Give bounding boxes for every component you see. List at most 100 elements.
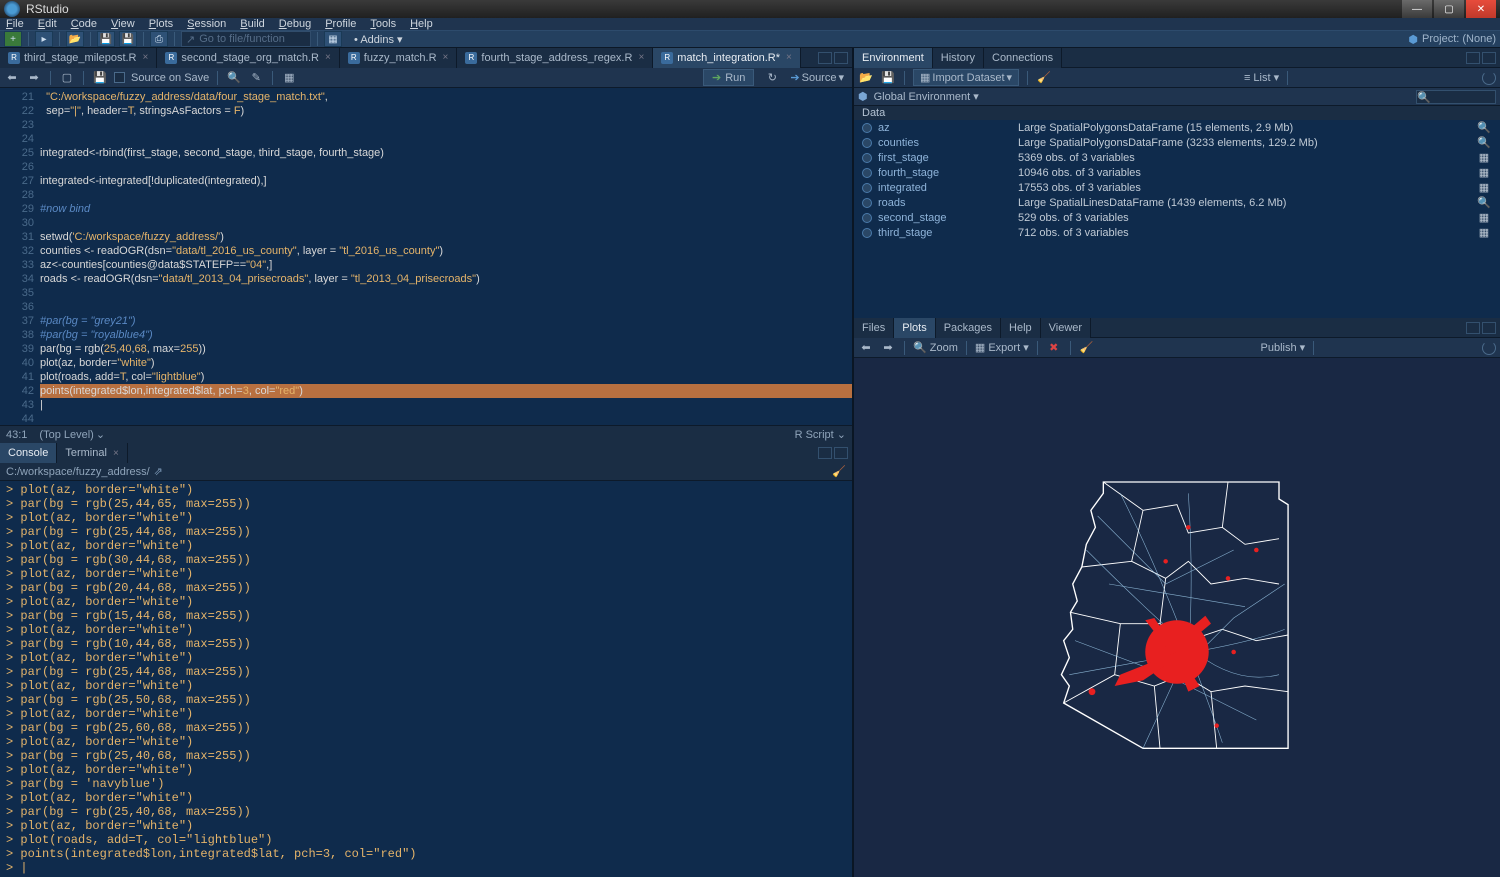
menu-edit[interactable]: Edit	[38, 18, 57, 30]
run-button[interactable]: ➔Run	[703, 69, 754, 86]
env-scope[interactable]: Global Environment ▾	[874, 90, 979, 103]
menu-help[interactable]: Help	[410, 18, 433, 30]
forward-button[interactable]: ➡	[26, 71, 42, 85]
new-project-button[interactable]: ▸	[35, 31, 53, 47]
rerun-button[interactable]: ↻	[764, 71, 780, 85]
print-button[interactable]: ⎙	[150, 31, 168, 47]
next-plot-button[interactable]: ➡	[880, 341, 896, 355]
env-object-second_stage[interactable]: second_stage529 obs. of 3 variables▦	[854, 210, 1500, 225]
menu-code[interactable]: Code	[71, 18, 97, 30]
project-menu[interactable]: ⬢Project: (None)	[1408, 33, 1496, 46]
menu-build[interactable]: Build	[240, 18, 264, 30]
addins-menu[interactable]: • Addins ▾	[354, 33, 403, 46]
console-pane: ConsoleTerminal× C:/workspace/fuzzy_addr…	[0, 443, 852, 877]
env-toolbar: 📂 💾 ▦ Import Dataset ▾ 🧹 ≡ List ▾	[854, 68, 1500, 88]
back-button[interactable]: ⬅	[4, 71, 20, 85]
source-button[interactable]: ➔Source ▾	[786, 71, 848, 85]
compile-button[interactable]: ✎	[248, 71, 264, 85]
tab-terminal[interactable]: Terminal×	[57, 443, 127, 463]
save-button[interactable]: 💾	[97, 31, 115, 47]
plots-pane: FilesPlotsPackagesHelpViewer ⬅ ➡ 🔍 Zoom …	[854, 318, 1500, 877]
rstudio-icon	[4, 1, 20, 17]
console-output[interactable]: > plot(az, border="white") > par(bg = rg…	[0, 481, 852, 877]
remove-plot-button[interactable]: ✖	[1046, 341, 1062, 355]
env-pane-controls[interactable]	[1466, 52, 1500, 64]
env-object-integrated[interactable]: integrated17553 obs. of 3 variables▦	[854, 180, 1500, 195]
file-type-label[interactable]: R Script ⌄	[795, 428, 846, 441]
checklist-button[interactable]: ▦	[281, 71, 297, 85]
menu-tools[interactable]: Tools	[370, 18, 396, 30]
window-titlebar: RStudio — ▢ ✕	[0, 0, 1500, 18]
clear-workspace-button[interactable]: 🧹	[1036, 71, 1052, 85]
env-scope-bar: ⬢Global Environment ▾ 🔍	[854, 88, 1500, 106]
tab-console[interactable]: Console	[0, 443, 57, 463]
open-file-button[interactable]: 📂	[66, 31, 84, 47]
zoom-button[interactable]: 🔍 Zoom	[913, 341, 958, 354]
plot-toolbar: ⬅ ➡ 🔍 Zoom ▦ Export ▾ ✖ 🧹 Publish ▾	[854, 338, 1500, 358]
source-pane: Rthird_stage_milepost.R×Rsecond_stage_or…	[0, 48, 852, 443]
save-all-button[interactable]: 💾	[119, 31, 137, 47]
environment-pane: EnvironmentHistoryConnections 📂 💾 ▦ Impo…	[854, 48, 1500, 318]
maximize-button[interactable]: ▢	[1434, 0, 1464, 18]
clear-all-plots-button[interactable]: 🧹	[1079, 341, 1095, 355]
menu-profile[interactable]: Profile	[325, 18, 356, 30]
minimize-button[interactable]: —	[1402, 0, 1432, 18]
save-source-button[interactable]: 💾	[92, 71, 108, 85]
menu-view[interactable]: View	[111, 18, 135, 30]
env-object-roads[interactable]: roadsLarge SpatialLinesDataFrame (1439 e…	[854, 195, 1500, 210]
arizona-map-plot	[1007, 448, 1347, 788]
list-view-toggle[interactable]: ≡ List ▾	[1244, 71, 1279, 84]
env-object-counties[interactable]: countiesLarge SpatialPolygonsDataFrame (…	[854, 135, 1500, 150]
env-object-first_stage[interactable]: first_stage5369 obs. of 3 variables▦	[854, 150, 1500, 165]
tab-files[interactable]: Files	[854, 318, 894, 338]
pane-controls[interactable]	[818, 52, 852, 64]
env-object-az[interactable]: azLarge SpatialPolygonsDataFrame (15 ele…	[854, 120, 1500, 135]
menu-debug[interactable]: Debug	[279, 18, 311, 30]
tab-match_integration-r-[interactable]: Rmatch_integration.R*×	[653, 48, 801, 68]
plot-canvas	[854, 358, 1500, 877]
tab-environment[interactable]: Environment	[854, 48, 933, 68]
source-on-save-label: Source on Save	[131, 72, 209, 84]
import-dataset-menu[interactable]: ▦ Import Dataset ▾	[913, 69, 1019, 86]
clear-console-button[interactable]: 🧹	[832, 465, 846, 478]
new-file-button[interactable]: +	[4, 31, 22, 47]
plot-pane-controls[interactable]	[1466, 322, 1500, 334]
tab-plots[interactable]: Plots	[894, 318, 935, 338]
refresh-env-button[interactable]	[1482, 71, 1496, 85]
scope-label[interactable]: (Top Level)	[39, 429, 93, 441]
find-button[interactable]: 🔍	[226, 71, 242, 85]
tab-viewer[interactable]: Viewer	[1041, 318, 1091, 338]
tab-fuzzy_match-r[interactable]: Rfuzzy_match.R×	[340, 48, 458, 68]
tab-help[interactable]: Help	[1001, 318, 1041, 338]
grid-button[interactable]: ▦	[324, 31, 342, 47]
code-editor[interactable]: 2122232425262728293031323334353637383940…	[0, 88, 852, 425]
close-button[interactable]: ✕	[1466, 0, 1496, 18]
tab-second_stage_org_match-r[interactable]: Rsecond_stage_org_match.R×	[157, 48, 339, 68]
tab-packages[interactable]: Packages	[936, 318, 1001, 338]
source-on-save-checkbox[interactable]	[114, 72, 125, 83]
env-object-third_stage[interactable]: third_stage712 obs. of 3 variables▦	[854, 225, 1500, 240]
search-env-input[interactable]: 🔍	[1416, 90, 1496, 104]
show-in-new-window-button[interactable]: ▢	[59, 71, 75, 85]
console-pane-controls[interactable]	[818, 447, 852, 459]
tab-connections[interactable]: Connections	[984, 48, 1062, 68]
window-title: RStudio	[26, 2, 1400, 16]
refresh-plot-button[interactable]	[1482, 341, 1496, 355]
load-workspace-button[interactable]: 📂	[858, 71, 874, 85]
main-toolbar: + ▸ 📂 💾 💾 ⎙ ↗Go to file/function ▦ • Add…	[0, 30, 1500, 48]
goto-file-input[interactable]: ↗Go to file/function	[181, 31, 311, 47]
export-menu[interactable]: ▦ Export ▾	[975, 341, 1029, 354]
save-workspace-button[interactable]: 💾	[880, 71, 896, 85]
tab-history[interactable]: History	[933, 48, 984, 68]
menu-session[interactable]: Session	[187, 18, 226, 30]
tab-fourth_stage_address_regex-r[interactable]: Rfourth_stage_address_regex.R×	[457, 48, 653, 68]
env-object-fourth_stage[interactable]: fourth_stage10946 obs. of 3 variables▦	[854, 165, 1500, 180]
publish-button[interactable]: Publish ▾	[1261, 341, 1306, 354]
source-toolbar: ⬅ ➡ ▢ 💾 Source on Save 🔍 ✎ ▦ ➔Run ↻ ➔Sou…	[0, 68, 852, 88]
prev-plot-button[interactable]: ⬅	[858, 341, 874, 355]
editor-tabs: Rthird_stage_milepost.R×Rsecond_stage_or…	[0, 48, 852, 68]
menu-file[interactable]: File	[6, 18, 24, 30]
tab-third_stage_milepost-r[interactable]: Rthird_stage_milepost.R×	[0, 48, 157, 68]
env-object-list: azLarge SpatialPolygonsDataFrame (15 ele…	[854, 120, 1500, 318]
menu-plots[interactable]: Plots	[149, 18, 173, 30]
